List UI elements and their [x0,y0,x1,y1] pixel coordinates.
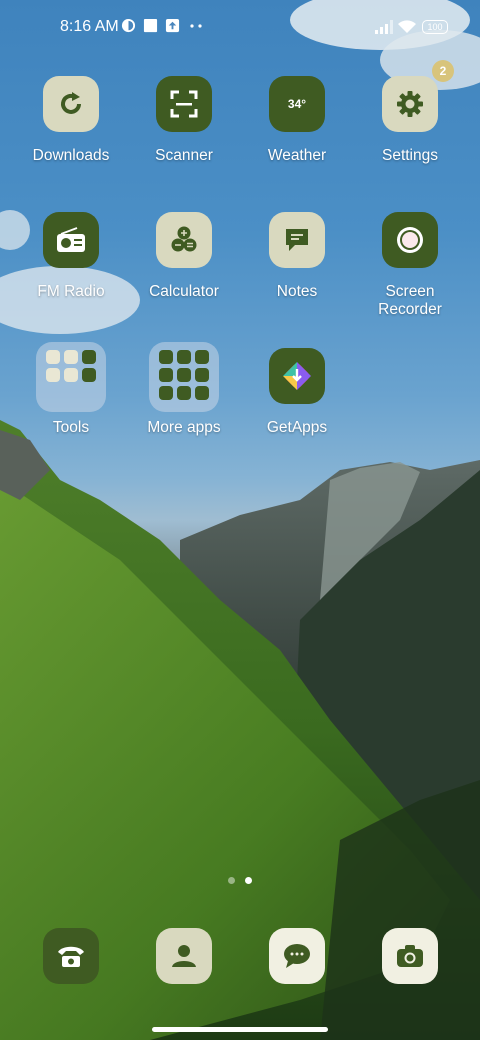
app-label: Downloads [32,147,110,164]
wifi-icon [398,19,416,34]
note-icon [286,229,308,251]
getapps-icon [283,362,311,390]
app-scanner[interactable]: Scanner [128,76,240,165]
status-bar: 8:16 AM 100 [0,0,480,56]
phone-icon [58,946,84,967]
dock-camera[interactable] [354,928,466,984]
phone-tile[interactable] [43,928,99,984]
settings-tile[interactable]: 2 [382,60,454,132]
dock-contacts[interactable] [128,928,240,984]
camera-icon [397,945,423,967]
notes-tile[interactable] [269,212,325,268]
battery-indicator: 100 [422,20,448,34]
record-icon [397,227,423,253]
calculator-tile[interactable] [156,212,212,268]
notification-square-icon [143,18,158,33]
page-dot-active[interactable] [245,877,252,884]
dock-phone[interactable] [15,928,127,984]
fm-radio-tile[interactable] [43,212,99,268]
calculator-icon [171,226,197,252]
tools-folder[interactable] [36,342,106,412]
app-weather[interactable]: 34° Weather [241,76,353,165]
more-notifications-icon [190,24,204,28]
app-label: Screen Recorder [378,283,442,318]
home-gesture-bar[interactable] [152,1027,328,1032]
more-apps-folder[interactable] [149,342,219,412]
downloads-tile[interactable] [43,76,99,132]
upload-icon [165,18,180,33]
scanner-tile[interactable] [156,76,212,132]
gear-icon [397,91,423,117]
app-label: FM Radio [37,283,105,300]
app-notes[interactable]: Notes [241,212,353,301]
folder-tools[interactable]: Tools [15,342,127,437]
app-label: Notes [276,283,318,300]
app-downloads[interactable]: Downloads [15,76,127,165]
status-time: 8:16 AM [60,18,119,35]
weather-tile[interactable]: 34° [269,76,325,132]
signal-icon [375,20,393,34]
page-dot[interactable] [228,877,235,884]
app-calculator[interactable]: Calculator [128,212,240,301]
weather-temperature: 34° [287,97,307,111]
messages-icon [284,944,310,968]
page-indicator[interactable] [228,877,252,884]
folder-more-apps[interactable]: More apps [128,342,240,437]
app-getapps[interactable]: GetApps [241,348,353,437]
app-label: Calculator [149,283,219,300]
screen-recorder-tile[interactable] [382,212,438,268]
app-fm-radio[interactable]: FM Radio [15,212,127,301]
radio-icon [57,227,85,252]
app-screen-recorder[interactable]: Screen Recorder [354,212,466,319]
scan-icon [170,90,198,118]
app-label: Scanner [155,147,213,164]
contacts-tile[interactable] [156,928,212,984]
data-saver-icon [121,18,136,33]
app-label: Settings [381,147,438,164]
dock-messages[interactable] [241,928,353,984]
messages-tile[interactable] [269,928,325,984]
app-label: GetApps [266,419,328,436]
camera-tile[interactable] [382,928,438,984]
app-label: Weather [267,147,327,164]
getapps-tile[interactable] [269,348,325,404]
refresh-icon [61,92,81,114]
contacts-icon [172,945,196,967]
app-label: More apps [147,419,221,436]
app-label: Tools [52,419,90,436]
app-settings[interactable]: 2 Settings [354,60,466,165]
notification-badge: 2 [432,60,454,82]
